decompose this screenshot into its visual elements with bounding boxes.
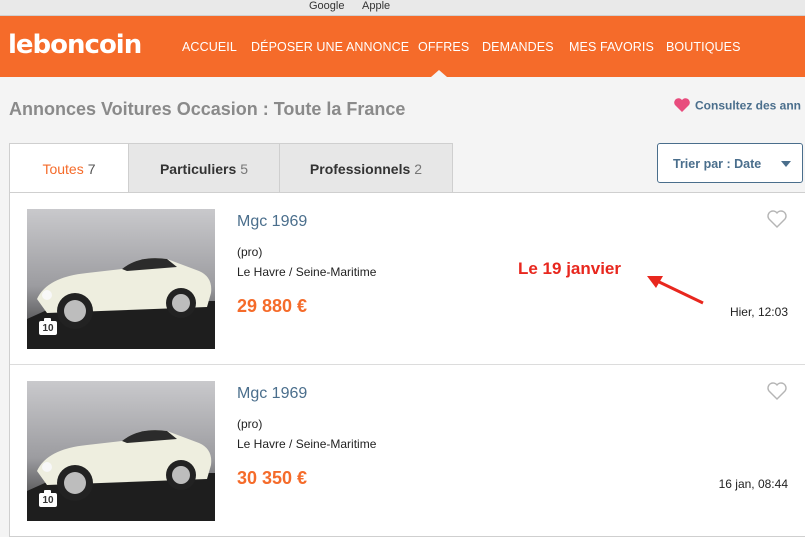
tab-particuliers[interactable]: Particuliers 5 — [128, 143, 280, 193]
nav-accueil[interactable]: ACCUEIL — [182, 40, 237, 54]
favorite-heart-icon[interactable] — [766, 209, 788, 234]
nav-active-indicator — [431, 70, 447, 77]
listing-category: (pro) — [237, 245, 263, 259]
listing-photo[interactable]: 10 — [27, 209, 215, 349]
listing-title[interactable]: Mgc 1969 — [237, 213, 307, 231]
site-header: leboncoin ACCUEIL DÉPOSER UNE ANNONCE OF… — [0, 16, 805, 77]
listing-price: 30 350 € — [237, 468, 308, 488]
tab-toutes[interactable]: Toutes 7 — [9, 143, 129, 193]
nav-deposer-annonce[interactable]: DÉPOSER UNE ANNONCE — [251, 40, 409, 54]
chevron-down-icon — [781, 161, 791, 167]
sort-dropdown[interactable]: Trier par : Date — [657, 143, 803, 183]
bookmarks-bar: Google Apple — [0, 0, 805, 16]
listing-title[interactable]: Mgc 1969 — [237, 385, 307, 403]
nav-offres[interactable]: OFFRES — [418, 40, 469, 54]
tab-label: Particuliers — [159, 161, 237, 177]
annotation-label: Le 19 janvier — [518, 259, 622, 278]
listing-price: 29 880 € — [237, 296, 308, 316]
listing-date: Hier, 12:03 — [729, 305, 788, 319]
tab-count: 5 — [240, 161, 249, 177]
tab-count: 2 — [414, 161, 423, 177]
tab-professionnels[interactable]: Professionnels 2 — [279, 143, 453, 193]
listing-date: 16 jan, 08:44 — [718, 477, 788, 491]
bookmark-apple[interactable]: Apple — [362, 0, 390, 13]
listing-location: Le Havre / Seine-Maritime — [237, 437, 377, 451]
photo-count-badge: 10 — [39, 318, 57, 335]
favorites-promo-text: Consultez des ann — [695, 98, 802, 113]
tab-label: Toutes — [42, 161, 84, 177]
listing-results: 10 Mgc 1969 (pro) Le Havre / Seine-Marit… — [9, 192, 805, 537]
nav-mes-favoris[interactable]: MES FAVORIS — [569, 40, 654, 54]
nav-boutiques[interactable]: BOUTIQUES — [666, 40, 741, 54]
annotation-arrow-icon — [647, 276, 704, 305]
tab-count: 7 — [87, 161, 96, 177]
favorite-heart-icon[interactable] — [766, 381, 788, 406]
listing-photo[interactable]: 10 — [27, 381, 215, 521]
heart-icon — [673, 97, 691, 116]
favorites-promo-link[interactable]: Consultez des ann — [673, 97, 805, 117]
tab-label: Professionnels — [309, 161, 411, 177]
listing-category: (pro) — [237, 417, 263, 431]
photo-count-badge: 10 — [39, 490, 57, 507]
nav-demandes[interactable]: DEMANDES — [482, 40, 554, 54]
listing-location: Le Havre / Seine-Maritime — [237, 265, 377, 279]
sort-label: Trier par : Date — [673, 157, 762, 171]
listing-item[interactable]: 10 Mgc 1969 (pro) Le Havre / Seine-Marit… — [10, 364, 805, 535]
page-title: Annonces Voitures Occasion : Toute la Fr… — [9, 99, 406, 119]
bookmark-google[interactable]: Google — [309, 0, 344, 13]
leboncoin-logo[interactable]: leboncoin — [8, 30, 142, 60]
